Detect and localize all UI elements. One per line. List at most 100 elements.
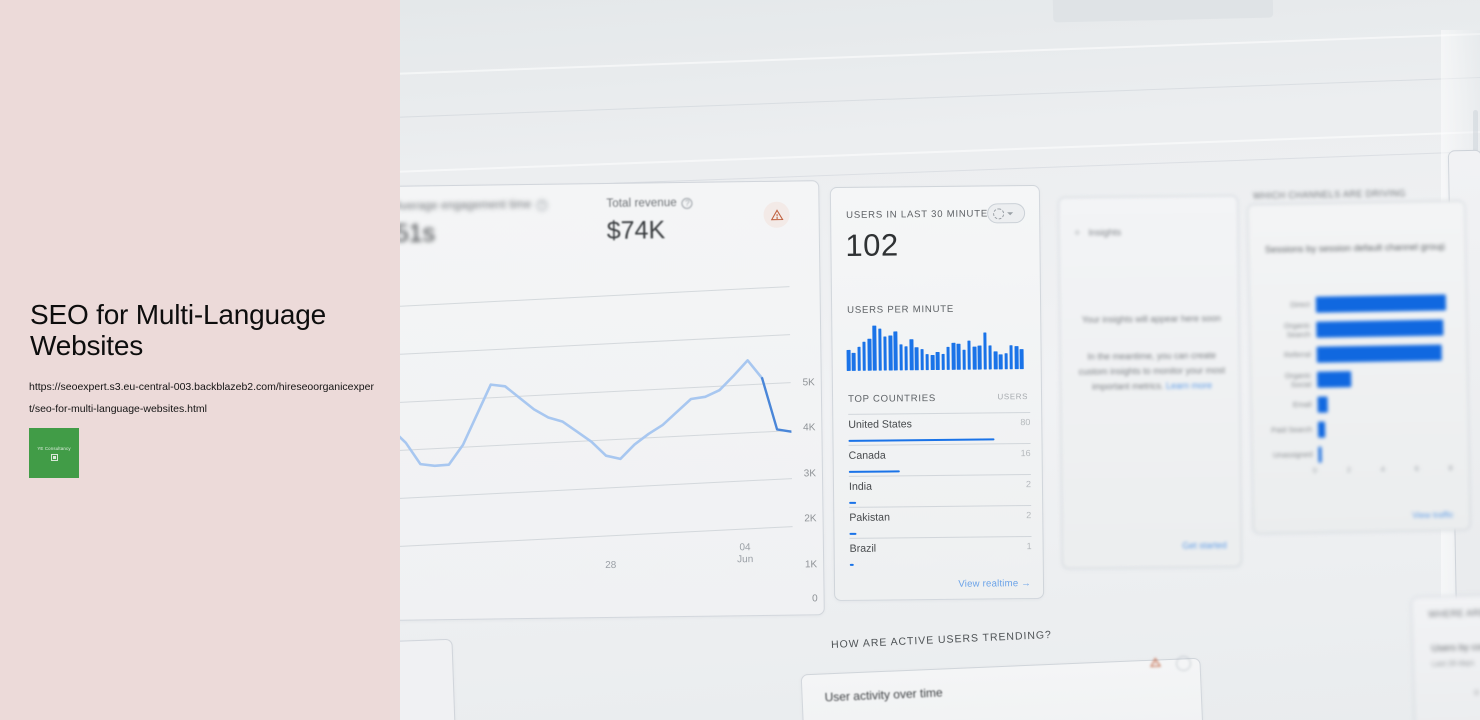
bar-label: Unassigned — [1272, 449, 1313, 460]
bar-chart-row: Organic Search — [1264, 314, 1454, 342]
top-toolbar-strip — [1052, 0, 1274, 23]
screen-sheen — [398, 29, 1480, 77]
bar — [925, 353, 930, 371]
screen-sheen — [398, 127, 1480, 175]
bar-label: Paid Search — [1271, 424, 1313, 435]
bar — [1317, 370, 1352, 388]
bar — [956, 343, 961, 370]
bar — [930, 355, 935, 371]
page-url[interactable]: https://seoexpert.s3.eu-central-003.back… — [29, 376, 379, 420]
x-tick: 04 Jun — [737, 542, 754, 566]
bar — [1317, 421, 1325, 438]
bar — [851, 352, 856, 371]
country-name: Brazil — [849, 542, 877, 555]
country-bar — [848, 470, 900, 473]
axis-tick: 0 — [1312, 465, 1318, 475]
axis-tick: 2 — [1346, 465, 1351, 475]
table-row[interactable]: India 2 — [848, 474, 1032, 507]
bar-label: Email — [1292, 399, 1312, 410]
users-per-minute-label: USERS PER MINUTE — [847, 303, 955, 316]
bar — [962, 350, 966, 370]
insights-header-label: Insights — [1088, 227, 1122, 239]
sparkle-icon: ✧ — [1073, 227, 1082, 238]
logo[interactable]: YE Consultancy — [29, 428, 79, 478]
lower-right-title: Users by country — [1431, 641, 1480, 655]
bar — [967, 340, 972, 370]
insights-header: ✧ Insights — [1073, 227, 1121, 238]
bar — [998, 354, 1003, 370]
view-realtime-link[interactable]: View realtime → — [958, 578, 1031, 590]
country-users: 16 — [1020, 448, 1031, 459]
top-countries-label: TOP COUNTRIES — [848, 393, 937, 405]
metric-average-engagement-time: Average engagement time ? 51s — [398, 198, 570, 248]
bar — [977, 345, 982, 370]
insights-line-1: Your insights will appear here soon — [1081, 313, 1222, 325]
chevron-down-icon — [1007, 211, 1014, 215]
top-countries-header: TOP COUNTRIES USERS — [848, 392, 1028, 405]
lower-right-columns: 020406080100 — [1474, 683, 1480, 697]
y-tick: 5K — [802, 377, 815, 389]
square-icon — [50, 453, 58, 461]
table-row[interactable]: Brazil 1 — [849, 536, 1032, 569]
bar — [972, 346, 977, 370]
y-tick: 0 — [811, 593, 818, 605]
metric-value: $74K — [606, 216, 666, 245]
bar — [857, 346, 861, 371]
bar — [1009, 344, 1014, 370]
realtime-options-toggle[interactable] — [987, 203, 1026, 224]
bar — [982, 332, 987, 370]
bar — [1316, 319, 1444, 338]
country-users: 80 — [1020, 417, 1031, 428]
bar — [1318, 446, 1322, 463]
bar — [893, 331, 898, 371]
table-row[interactable]: Pakistan 2 — [849, 505, 1032, 538]
bar — [951, 342, 956, 370]
bar — [1004, 352, 1008, 370]
article-panel: SEO for Multi-Language Websites https://… — [0, 0, 400, 720]
channels-bar-chart-card: WHICH CHANNELS ARE DRIVING Sessions by s… — [1247, 188, 1471, 534]
warning-triangle-icon[interactable] — [763, 201, 790, 228]
metric-value: 51s — [398, 219, 436, 248]
help-circle-icon[interactable]: ? — [536, 199, 548, 211]
country-bar — [849, 533, 857, 535]
country-name: Canada — [848, 449, 886, 462]
bar-label: Organic Social — [1284, 370, 1312, 389]
table-row[interactable]: Canada 16 — [848, 443, 1031, 476]
realtime-users-count: 102 — [845, 227, 899, 263]
y-axis-labels: 5K 4K 3K 2K 1K 0 — [398, 181, 818, 604]
country-bar — [849, 502, 857, 504]
bar-label: Referral — [1284, 349, 1311, 360]
metric-total-revenue: Total revenue ? $74K — [606, 196, 782, 246]
insights-line-4: important metrics. Learn more — [1091, 380, 1213, 392]
view-traffic-link[interactable]: View traffic — [1412, 509, 1453, 520]
help-circle-icon[interactable]: ? — [681, 197, 693, 209]
y-tick: 4K — [803, 422, 816, 434]
bar — [935, 352, 940, 371]
bar-chart-row: Email — [1265, 389, 1455, 417]
country-name: India — [848, 480, 873, 493]
metric-label: Total revenue ? — [606, 196, 781, 210]
country-users: 2 — [1025, 479, 1032, 490]
bar — [904, 346, 909, 371]
get-started-link[interactable]: Get started — [1182, 540, 1227, 550]
warning-triangle-icon[interactable] — [1150, 655, 1169, 674]
background-dashboard-photo: Average engagement time ? 51s Total reve… — [398, 0, 1480, 720]
bar — [846, 349, 851, 371]
axis-tick: 4 — [1380, 464, 1385, 474]
bar-card-title: Sessions by session default channel grou… — [1264, 241, 1446, 256]
table-row[interactable]: United States 80 — [848, 412, 1031, 445]
bar-card-section-label: WHICH CHANNELS ARE DRIVING — [1252, 188, 1406, 201]
bar — [898, 344, 903, 371]
more-options-icon[interactable]: ⋮ — [1439, 241, 1449, 252]
axis-tick: 8 — [1448, 463, 1453, 473]
bar — [888, 335, 893, 371]
learn-more-link[interactable]: Learn more — [1166, 380, 1212, 390]
user-activity-card-title: User activity over time — [824, 685, 943, 705]
page-title: SEO for Multi-Language Websites — [30, 299, 326, 361]
y-tick: 1K — [804, 559, 818, 571]
users-column-label: USERS — [997, 392, 1029, 402]
bar — [920, 349, 924, 371]
overview-card: Average engagement time ? 51s Total reve… — [398, 180, 825, 621]
user-activity-card: User activity over time — [800, 657, 1206, 720]
lower-right-section-label: WHERE ARE YOUR USERS COMING FROM — [1428, 604, 1480, 620]
